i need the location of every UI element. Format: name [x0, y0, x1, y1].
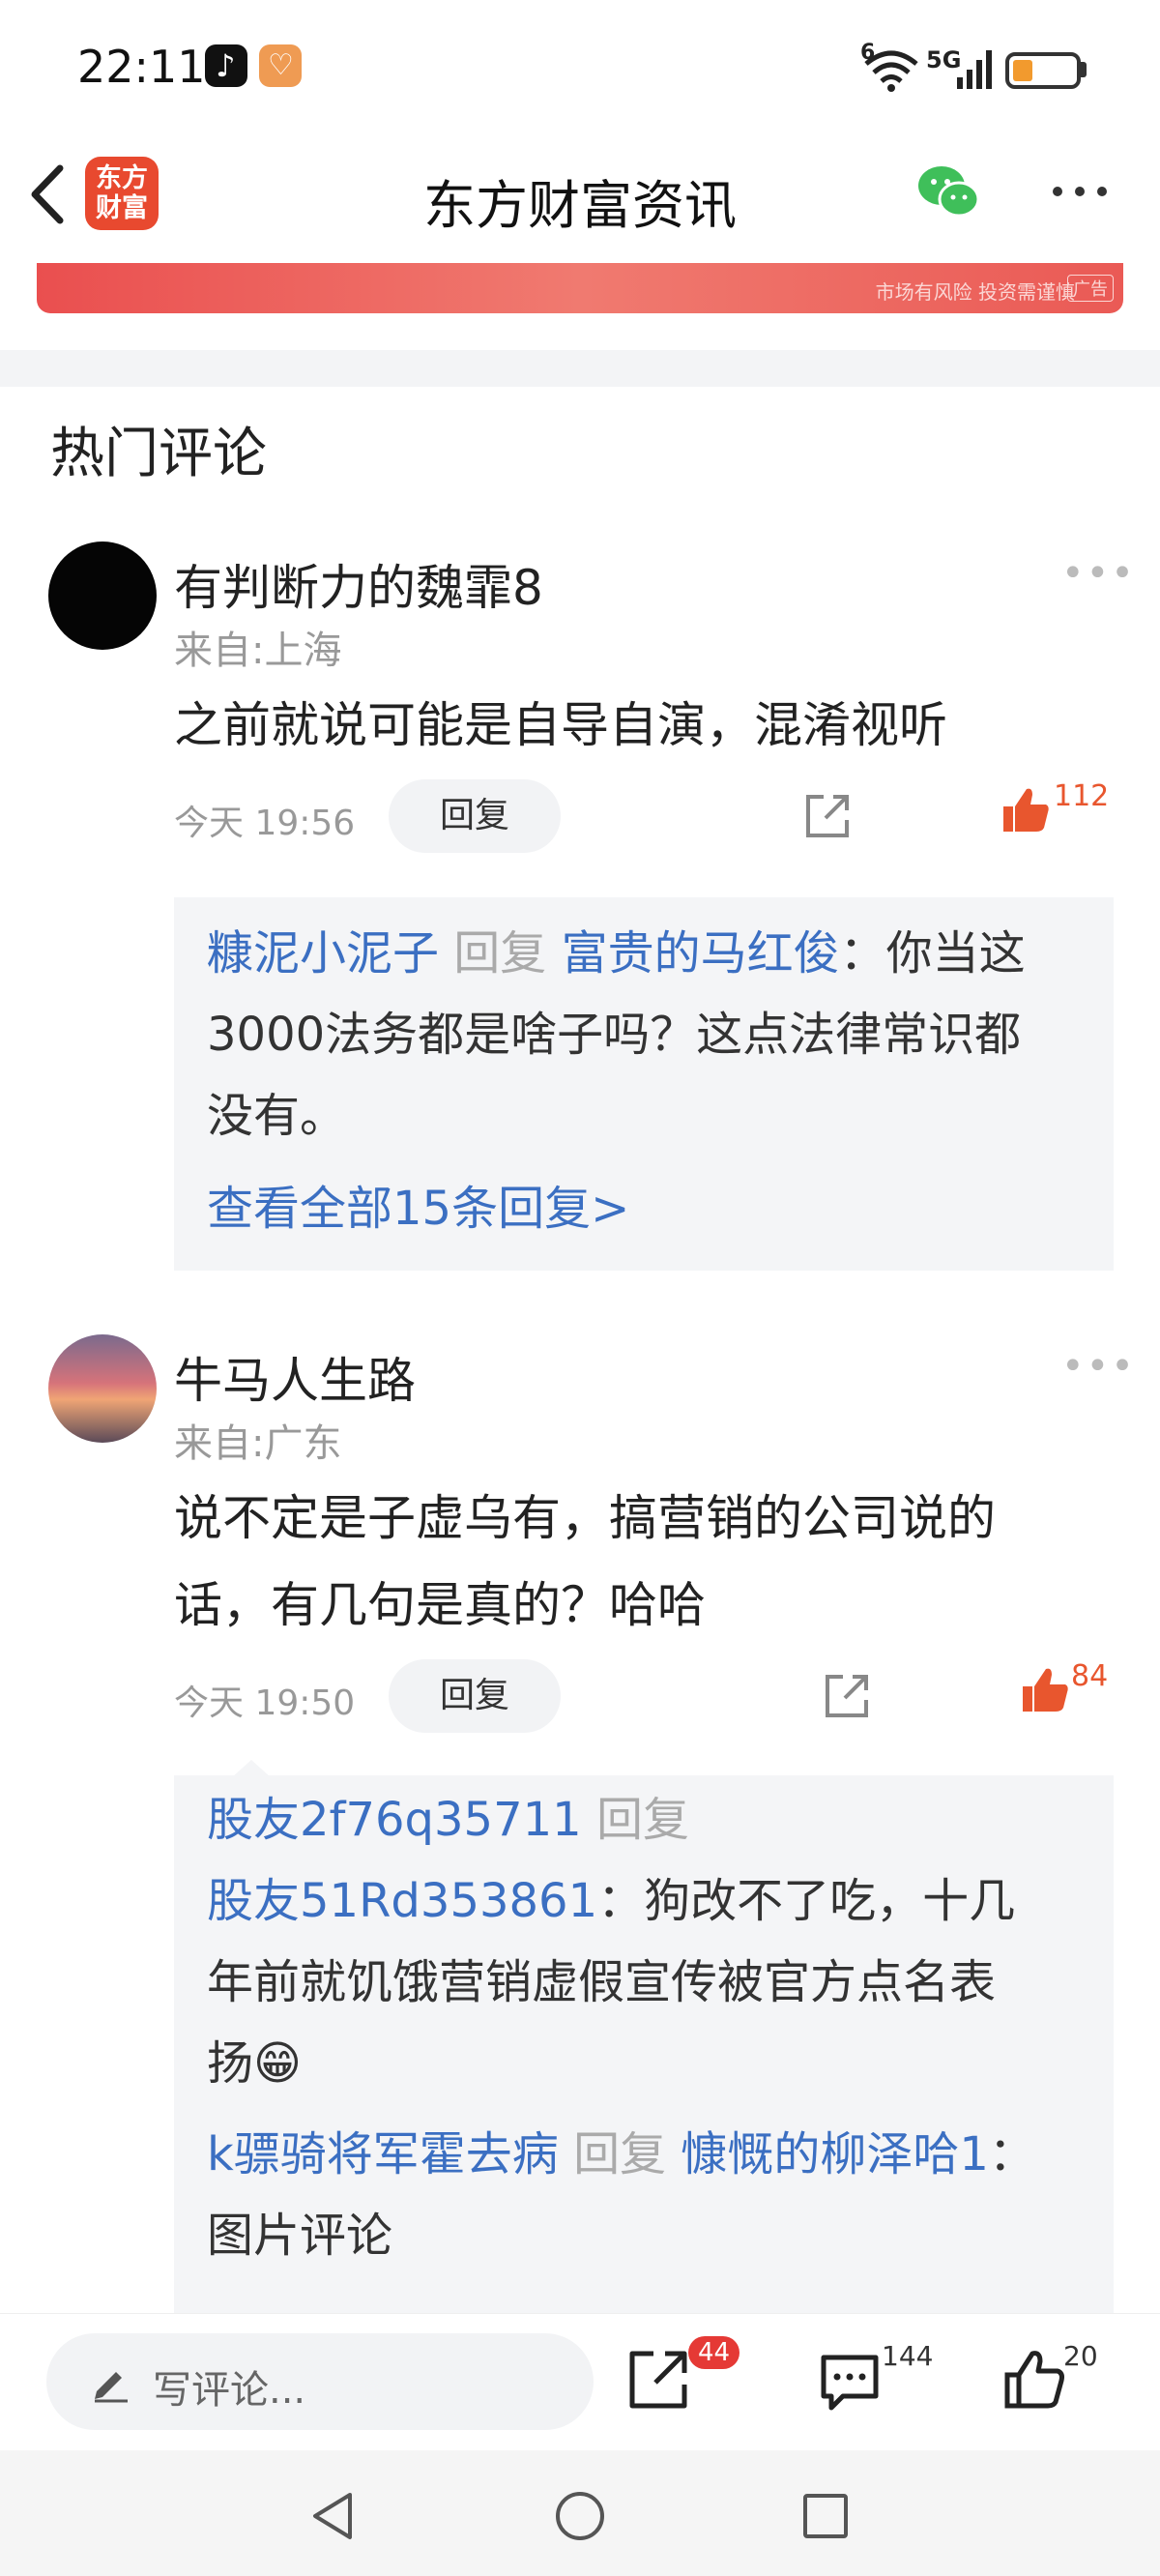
reply-colon: ：: [597, 1874, 645, 1928]
status-bar: 22:11 ♪ ♡ 6 5G: [0, 0, 1160, 135]
tiktok-app-icon: ♪: [205, 44, 247, 87]
reply-target[interactable]: 富贵的马红俊: [562, 926, 840, 981]
comment-location: 来自:上海: [174, 629, 342, 673]
comment-timestamp: 今天 19:56: [174, 804, 356, 843]
share-count-badge: 44: [688, 2336, 740, 2369]
comment-content-2: 话，有几句是真的？哈哈: [174, 1577, 706, 1633]
section-divider: [0, 350, 1160, 387]
reply-author[interactable]: 糠泥小泥子: [207, 926, 439, 981]
comment-username[interactable]: 有判断力的魏霏8: [174, 549, 543, 619]
comment-count: 144: [882, 2340, 934, 2372]
reply-box: 股友2f76q35711 回复 股友51Rd353861：狗改不了吃，十几 年前…: [174, 1775, 1114, 2313]
comment-timestamp: 今天 19:50: [174, 1683, 356, 1723]
reply-button[interactable]: 回复: [389, 1659, 561, 1733]
reply-image-comment[interactable]: 图片评论: [207, 2195, 392, 2276]
page-title: 东方财富资讯: [423, 175, 737, 236]
ad-disclaimer: 市场有风险 投资需谨慎: [875, 280, 1075, 304]
nav-back-icon[interactable]: [307, 2489, 362, 2543]
avatar[interactable]: [48, 1334, 157, 1443]
ad-tag: 广告: [1067, 275, 1114, 302]
reply-pointer: [232, 1760, 271, 1777]
reply-text-2: 3000法务都是啥子吗？这点法律常识都: [207, 1008, 1022, 1062]
comment-more-icon[interactable]: •••: [1061, 551, 1136, 596]
nav-home-icon[interactable]: [553, 2489, 607, 2543]
reply-text-1: 狗改不了吃，十几: [644, 1874, 1016, 1928]
nav-recents-icon[interactable]: [800, 2491, 851, 2541]
heart-app-icon: ♡: [259, 44, 302, 87]
battery-icon: [1005, 52, 1081, 89]
reply-word: 回复: [453, 926, 547, 981]
thumbs-up-icon[interactable]: [1001, 785, 1052, 835]
view-all-replies-link[interactable]: 查看全部15条回复>: [207, 1168, 629, 1249]
reply-target[interactable]: 慷慨的柳泽哈1: [681, 2127, 989, 2181]
thumbs-up-icon[interactable]: [1021, 1665, 1071, 1715]
avatar[interactable]: [48, 542, 157, 650]
reply-text-2: 年前就饥饿营销虚假宣传被官方点名表: [207, 1955, 997, 2009]
comment-content: 之前就说可能是自导自演，混淆视听: [174, 697, 947, 753]
like-count: 84: [1071, 1659, 1109, 1693]
comment-username[interactable]: 牛马人生路: [174, 1342, 416, 1412]
reply-button[interactable]: 回复: [389, 779, 561, 853]
reply-author[interactable]: 股友2f76q35711: [207, 1793, 582, 1847]
reply-line: 糠泥小泥子 回复 富贵的马红俊：你当这: [207, 913, 1096, 994]
wifi-level: 6: [860, 41, 876, 65]
reply-word: 回复: [573, 2127, 667, 2181]
reply-word: 回复: [595, 1793, 689, 1847]
reply-text-3: 没有。: [207, 1089, 347, 1143]
reply-target[interactable]: 股友51Rd353861: [207, 1874, 597, 1928]
section-title: 热门评论: [50, 423, 267, 485]
reply-line: k骠骑将军霍去病 回复 慷慨的柳泽哈1：: [207, 2114, 1116, 2195]
reply-text-1: 你当这: [885, 926, 1026, 981]
reply-line: 股友2f76q35711 回复: [207, 1779, 689, 1860]
signal-icon: [957, 50, 992, 89]
reply-box: 糠泥小泥子 回复 富贵的马红俊：你当这 3000法务都是啥子吗？这点法律常识都 …: [174, 897, 1114, 1271]
ad-banner[interactable]: 市场有风险 投资需谨慎 广告: [37, 263, 1123, 313]
status-time: 22:11: [77, 41, 206, 93]
comment-content-1: 说不定是子虚乌有，搞营销的公司说的: [174, 1490, 996, 1546]
reply-line: 股友51Rd353861：狗改不了吃，十几: [207, 1860, 1096, 1942]
reply-text-3: 扬😁: [207, 2036, 303, 2091]
thumbs-up-icon[interactable]: [1003, 2348, 1067, 2412]
comment-more-icon[interactable]: •••: [1061, 1344, 1136, 1389]
comment-input-placeholder: 写评论...: [153, 2368, 306, 2413]
reply-colon: ：: [988, 2127, 1035, 2181]
reply-colon: ：: [839, 926, 886, 981]
more-dots-icon[interactable]: [1050, 182, 1110, 201]
wechat-icon[interactable]: [916, 162, 982, 220]
reply-author[interactable]: k骠骑将军霍去病: [207, 2127, 559, 2181]
share-icon[interactable]: [626, 2348, 690, 2412]
pen-icon: [95, 2372, 128, 2403]
system-nav-bar: [0, 2450, 1160, 2576]
share-icon[interactable]: [802, 791, 853, 841]
comment-location: 来自:广东: [174, 1421, 342, 1466]
like-count: 112: [1054, 779, 1110, 813]
comment-input[interactable]: 写评论...: [46, 2333, 594, 2430]
battery-tip: [1081, 62, 1087, 77]
like-count: 20: [1063, 2340, 1098, 2372]
share-icon[interactable]: [822, 1671, 872, 1721]
comment-icon[interactable]: [818, 2350, 882, 2414]
